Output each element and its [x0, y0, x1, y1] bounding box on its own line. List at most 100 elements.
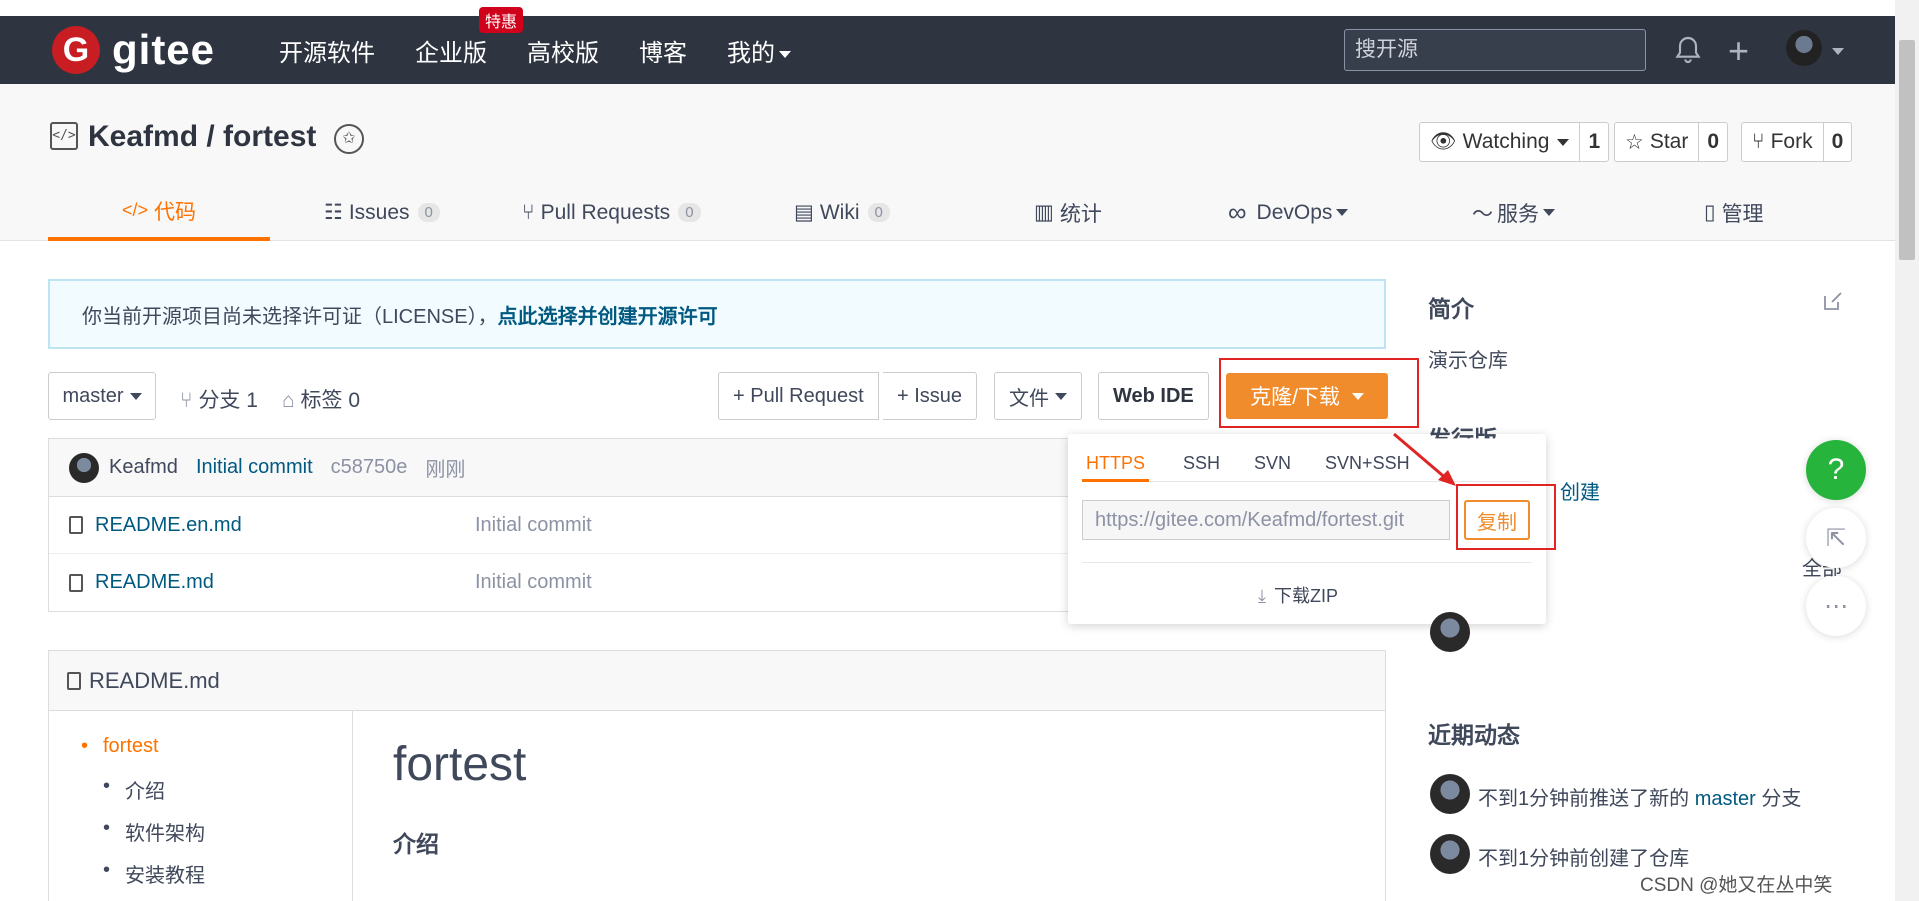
- tab-services[interactable]: 〜服务: [1472, 184, 1555, 241]
- gitee-logo-icon: G: [52, 26, 100, 74]
- activity-item: 不到1分钟前创建了仓库: [1478, 848, 1690, 870]
- chevron-down-icon: [779, 50, 792, 58]
- activity-avatar[interactable]: [1430, 834, 1470, 874]
- tab-pull-requests[interactable]: ⑂ Pull Requests 0: [522, 184, 701, 241]
- download-icon: ⤓: [1258, 586, 1266, 606]
- clone-url-field[interactable]: [1082, 500, 1450, 540]
- help-button[interactable]: ?: [1806, 440, 1866, 500]
- avatar-chevron-down-icon[interactable]: [1832, 48, 1844, 55]
- commit-author-avatar[interactable]: [69, 452, 99, 483]
- file-commit-message[interactable]: Initial commit: [475, 514, 592, 537]
- file-menu-button[interactable]: 文件: [994, 372, 1082, 420]
- nav-enterprise[interactable]: 企业版 特惠: [415, 6, 524, 68]
- commit-author[interactable]: Keafmd: [109, 456, 178, 479]
- notification-bell-icon[interactable]: [1672, 34, 1704, 66]
- pr-count: 0: [678, 203, 701, 222]
- chevron-down-icon: [1055, 392, 1067, 400]
- bar-chart-icon: ▥: [1034, 201, 1054, 224]
- pulse-icon: 〜: [1472, 202, 1493, 226]
- highlight-box-copy: [1456, 484, 1556, 550]
- top-navbar: G gitee 开源软件 企业版 特惠 高校版 博客 我的 +: [0, 6, 1895, 84]
- branches-link[interactable]: ⑂ 分支 1: [180, 384, 258, 414]
- new-pull-request-button[interactable]: + Pull Request: [718, 372, 879, 420]
- repo-title[interactable]: Keafmd / fortest: [88, 120, 316, 154]
- search-input[interactable]: [1344, 29, 1646, 71]
- watch-count[interactable]: 1: [1580, 123, 1608, 161]
- create-release-link[interactable]: 创建: [1560, 476, 1600, 505]
- commit-time: 刚刚: [425, 459, 466, 481]
- file-name[interactable]: README.en.md: [95, 514, 242, 537]
- scrollbar-thumb[interactable]: [1899, 40, 1915, 260]
- edit-icon[interactable]: [1822, 290, 1844, 312]
- user-avatar[interactable]: [1786, 30, 1822, 66]
- tab-issues[interactable]: ☷ Issues 0: [324, 184, 440, 241]
- tab-code-label: 代码: [154, 200, 197, 224]
- web-ide-button[interactable]: Web IDE: [1098, 372, 1209, 420]
- nav-education[interactable]: 高校版: [527, 33, 599, 68]
- gitee-logo[interactable]: G gitee: [52, 26, 215, 74]
- create-license-link[interactable]: 点此选择并创建开源许可: [498, 300, 718, 329]
- file-menu-label: 文件: [1009, 387, 1049, 410]
- readme-toc: fortest 介绍 软件架构 安装教程: [49, 711, 353, 901]
- nav-open-source[interactable]: 开源软件: [279, 33, 375, 68]
- repo-tabs: </> 代码 ☷ Issues 0 ⑂ Pull Requests 0 ▤ Wiki 0 ▥ 统…: [48, 184, 1848, 241]
- tab-wiki[interactable]: ▤ Wiki 0: [794, 184, 890, 241]
- page-scrollbar[interactable]: [1895, 0, 1919, 901]
- share-icon[interactable]: ⇱: [1806, 508, 1866, 568]
- star-icon: ☆: [1625, 130, 1644, 154]
- fork-button[interactable]: ⑂ Fork: [1742, 123, 1824, 161]
- toc-item[interactable]: 软件架构: [103, 817, 205, 846]
- fork-label: Fork: [1770, 130, 1813, 153]
- branch-label: master: [62, 384, 124, 407]
- activity-branch-link[interactable]: master: [1695, 788, 1756, 810]
- logo-text: gitee: [112, 26, 216, 73]
- tab-https[interactable]: HTTPS: [1082, 446, 1150, 482]
- file-name[interactable]: README.md: [95, 571, 214, 594]
- tab-devops[interactable]: ∞ DevOps: [1228, 184, 1349, 241]
- tab-manage-label: 管理: [1721, 202, 1764, 226]
- tab-devops-label: DevOps: [1256, 200, 1333, 224]
- pull-request-icon: ⑂: [522, 200, 535, 224]
- tab-services-label: 服务: [1497, 202, 1539, 226]
- tab-manage[interactable]: ▯ 管理: [1704, 184, 1764, 241]
- tab-ssh[interactable]: SSH: [1183, 446, 1220, 482]
- fork-group[interactable]: ⑂ Fork 0: [1741, 122, 1853, 162]
- fork-count[interactable]: 0: [1824, 123, 1852, 161]
- infinity-icon: ∞: [1228, 197, 1247, 227]
- file-commit-message[interactable]: Initial commit: [475, 571, 592, 594]
- activity-text: 不到1分钟前推送了新的: [1478, 788, 1690, 810]
- branch-icon: ⑂: [180, 389, 199, 412]
- eye-icon: 👁: [1430, 130, 1457, 153]
- watch-group[interactable]: 👁 Watching 1: [1419, 122, 1610, 162]
- watch-label: Watching: [1462, 130, 1550, 153]
- download-zip-link[interactable]: ⤓ 下载ZIP: [1258, 582, 1338, 608]
- branch-select[interactable]: master: [48, 372, 156, 420]
- star-button[interactable]: ☆ Star: [1615, 123, 1700, 161]
- file-icon: [69, 516, 83, 534]
- activity-item: 不到1分钟前推送了新的 master 分支: [1478, 782, 1801, 811]
- readme-header: README.md: [49, 651, 1385, 711]
- nav-blog[interactable]: 博客: [639, 33, 687, 68]
- create-plus-icon[interactable]: +: [1728, 30, 1749, 72]
- tab-stats[interactable]: ▥ 统计: [1034, 184, 1102, 241]
- protocol-tabs: HTTPS SSH SVN SVN+SSH: [1082, 446, 1532, 482]
- commit-message[interactable]: Initial commit: [196, 456, 313, 479]
- contributor-avatar[interactable]: [1430, 612, 1470, 652]
- intro-title: 简介: [1428, 296, 1474, 322]
- nav-mine[interactable]: 我的: [727, 33, 792, 68]
- toc-item[interactable]: 介绍: [103, 775, 165, 804]
- activity-avatar[interactable]: [1430, 774, 1470, 814]
- tab-svn[interactable]: SVN: [1254, 446, 1291, 482]
- star-group[interactable]: ☆ Star 0: [1614, 122, 1729, 162]
- activity-suffix: 分支: [1761, 788, 1802, 810]
- feedback-icon[interactable]: ⋯: [1806, 576, 1866, 636]
- commit-hash[interactable]: c58750e: [331, 456, 408, 479]
- star-count[interactable]: 0: [1699, 123, 1727, 161]
- toc-item[interactable]: 安装教程: [103, 859, 205, 888]
- manage-doc-icon: ▯: [1704, 201, 1716, 224]
- watch-button[interactable]: 👁 Watching: [1420, 123, 1581, 161]
- new-issue-button[interactable]: + Issue: [883, 372, 978, 420]
- tab-code[interactable]: </> 代码: [48, 184, 270, 241]
- toc-item[interactable]: fortest: [81, 735, 158, 758]
- tags-link[interactable]: ⌂ 标签 0: [282, 384, 360, 414]
